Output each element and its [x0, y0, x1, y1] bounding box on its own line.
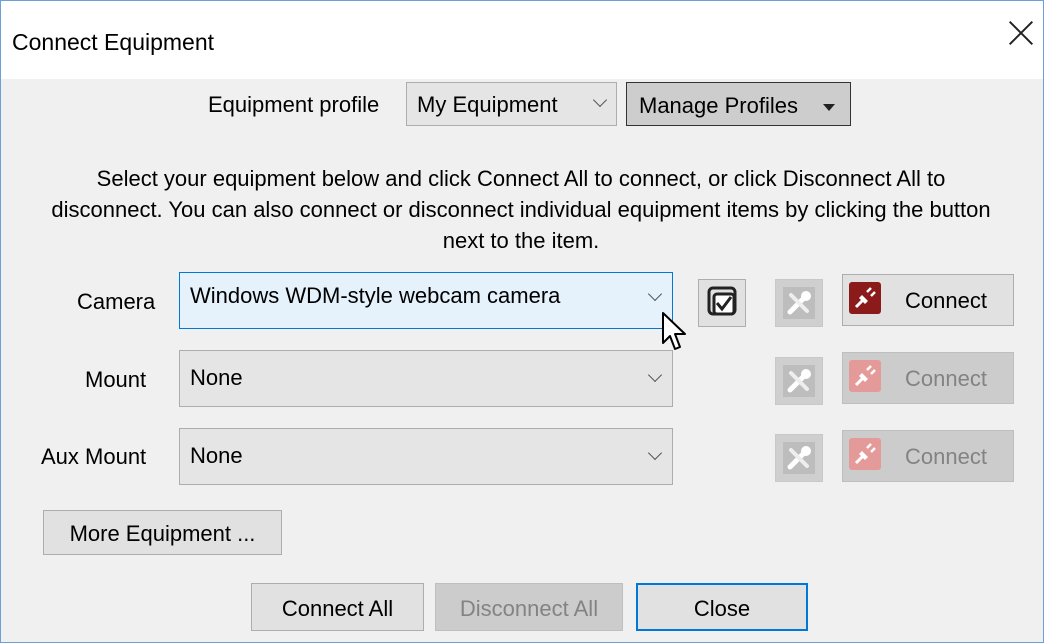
- mount-select[interactable]: None: [179, 350, 673, 407]
- mount-connect-button[interactable]: Connect: [842, 352, 1014, 404]
- equipment-profile-value: My Equipment: [417, 92, 558, 117]
- camera-connect-label: Connect: [905, 288, 987, 313]
- close-label: Close: [693, 596, 751, 621]
- plug-connect-icon: [849, 282, 881, 314]
- chevron-down-icon: [592, 92, 608, 108]
- camera-select-button[interactable]: [698, 279, 746, 327]
- aux-mount-select[interactable]: None: [179, 428, 673, 485]
- mount-settings-button[interactable]: [775, 357, 823, 405]
- dialog-body: Equipment profile My Equipment Manage Pr…: [1, 79, 1043, 642]
- window-title: Connect Equipment: [12, 29, 215, 55]
- aux-mount-connect-button[interactable]: Connect: [842, 430, 1014, 482]
- mouse-cursor-icon: [662, 312, 686, 350]
- connect-all-label: Connect All: [281, 596, 394, 621]
- aux-mount-connect-label: Connect: [905, 444, 987, 469]
- checkbox-select-icon: [707, 286, 737, 316]
- more-equipment-label: More Equipment ...: [69, 521, 256, 546]
- equipment-profile-select[interactable]: My Equipment: [406, 82, 617, 126]
- settings-tools-icon: [783, 365, 815, 397]
- chevron-down-icon: [647, 445, 663, 461]
- connect-equipment-dialog: Connect Equipment Equipment profile My E…: [0, 0, 1044, 643]
- mount-select-value: None: [190, 365, 243, 390]
- camera-connect-button[interactable]: Connect: [842, 274, 1014, 326]
- close-button[interactable]: Close: [636, 583, 808, 631]
- more-equipment-button[interactable]: More Equipment ...: [43, 510, 282, 555]
- equipment-profile-label: Equipment profile: [208, 92, 380, 117]
- dropdown-arrow-icon: [823, 104, 835, 111]
- instructions-text: Select your equipment below and click Co…: [51, 166, 991, 253]
- plug-connect-icon: [849, 360, 881, 392]
- mount-connect-label: Connect: [905, 366, 987, 391]
- plug-connect-icon: [849, 438, 881, 470]
- disconnect-all-label: Disconnect All: [459, 596, 599, 621]
- aux-mount-select-value: None: [190, 443, 243, 468]
- manage-profiles-button[interactable]: Manage Profiles: [626, 82, 851, 126]
- connect-all-button[interactable]: Connect All: [251, 583, 424, 631]
- camera-select[interactable]: Windows WDM-style webcam camera: [179, 272, 673, 329]
- manage-profiles-label: Manage Profiles: [639, 93, 798, 118]
- camera-settings-button[interactable]: [775, 279, 823, 327]
- disconnect-all-button[interactable]: Disconnect All: [435, 583, 623, 631]
- close-icon[interactable]: [1005, 17, 1037, 49]
- settings-tools-icon: [783, 442, 815, 474]
- row-label-mount: Mount: [85, 367, 147, 392]
- title-bar: Connect Equipment: [1, 1, 1043, 79]
- chevron-down-icon: [647, 286, 663, 302]
- row-label-camera: Camera: [77, 289, 156, 314]
- chevron-down-icon: [647, 367, 663, 383]
- settings-tools-icon: [783, 287, 815, 319]
- aux-mount-settings-button[interactable]: [775, 434, 823, 482]
- camera-select-value: Windows WDM-style webcam camera: [190, 283, 561, 308]
- row-label-aux-mount: Aux Mount: [41, 444, 147, 469]
